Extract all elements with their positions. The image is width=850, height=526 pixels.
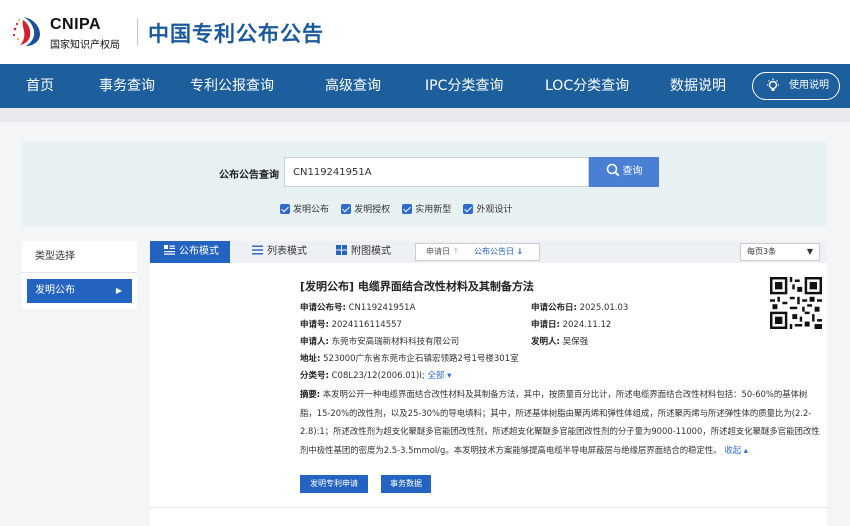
inventor: 发明人: 吴保强: [531, 335, 588, 347]
pub-date: 申请公布日: 2025.01.03: [531, 301, 628, 313]
site-title: 中国专利公布公告: [148, 22, 324, 46]
nav-shadow: [0, 108, 850, 122]
type-checkboxes: 发明公布 发明授权 实用新型 外观设计: [280, 197, 519, 215]
sort-by-pub-date[interactable]: 公布公告日 ↓: [474, 244, 523, 260]
result-divider: [150, 507, 827, 508]
classification: 分类号: C08L23/12(2006.01)I; 全部 ▾: [300, 369, 451, 381]
result-title[interactable]: [发明公布] 电缆界面结合改性材料及其制备方法: [300, 278, 534, 294]
tab-list-mode[interactable]: 列表模式: [248, 241, 307, 263]
tab-label: 列表模式: [267, 246, 307, 257]
tab-figure-mode[interactable]: 附图模式: [332, 241, 391, 263]
qr-code-icon: [770, 277, 822, 329]
arrow-up-icon: ↑: [452, 247, 460, 256]
tab-label: 公布模式: [179, 246, 219, 257]
field-value: 523000广东省东莞市企石镇宏领路2号1号楼301室: [323, 354, 519, 364]
search-label: 公布公告查询: [219, 170, 279, 181]
publication-mode-icon: [164, 245, 175, 255]
field-value: 东莞市安高瑞新材料科技有限公司: [331, 337, 460, 347]
checkbox-checked-icon: [402, 203, 413, 214]
logo-text-cn: 国家知识产权局: [50, 40, 120, 51]
logo-divider: [137, 18, 138, 46]
nav-item-ipc[interactable]: IPC分类查询: [425, 64, 503, 108]
list-mode-icon: [252, 245, 263, 255]
field-label: 地址:: [300, 354, 321, 364]
lightbulb-icon: [767, 78, 779, 91]
search-input[interactable]: [284, 157, 589, 187]
checkbox-checked-icon: [280, 203, 290, 214]
show-all-classes-link[interactable]: 全部 ▾: [427, 371, 451, 381]
app-number: 申请号: 2024116114557: [300, 318, 402, 330]
checkbox-label: 实用新型: [415, 205, 452, 215]
arrow-down-icon: ↓: [516, 247, 524, 256]
field-value: 2024116114557: [331, 320, 402, 330]
field-value: C08L23/12(2006.01)I;: [331, 371, 425, 381]
field-value: 吴保强: [562, 337, 589, 347]
search-panel: 公布公告查询 查询 发明公布 发明授权 实用新型 外观设计: [22, 142, 827, 226]
checkbox-label: 发明授权: [354, 205, 391, 215]
tab-label: 附图模式: [351, 246, 391, 257]
site-header: CNIPA 国家知识产权局 中国专利公布公告: [0, 0, 850, 64]
sidebar-item-invention-pub[interactable]: 发明公布 ▶: [27, 279, 132, 303]
nav-item-loc[interactable]: LOC分类查询: [545, 64, 629, 108]
help-button[interactable]: 使用说明: [752, 72, 840, 100]
nav-item-gazette[interactable]: 专利公报查询: [190, 64, 274, 108]
affairs-data-button[interactable]: 事务数据: [381, 475, 431, 493]
per-page-select[interactable]: 每页3条 ▼: [740, 243, 820, 261]
field-label: 分类号:: [300, 371, 329, 381]
search-icon: [606, 163, 619, 177]
help-button-label: 使用说明: [789, 80, 829, 91]
field-label: 申请日:: [531, 320, 560, 330]
field-value: 2025.01.03: [579, 303, 629, 313]
sidebar-item-label: 发明公布: [35, 285, 75, 296]
field-value: CN119241951A: [348, 303, 416, 313]
type-sidebar: 类型选择 发明公布 ▶: [22, 241, 137, 309]
applicant: 申请人: 东莞市安高瑞新材料科技有限公司: [300, 335, 459, 347]
address: 地址: 523000广东省东莞市企石镇宏领路2号1号楼301室: [300, 352, 519, 364]
nav-item-affairs[interactable]: 事务查询: [99, 64, 155, 108]
checkbox-checked-icon: [341, 203, 352, 214]
field-label: 发明人:: [531, 337, 560, 347]
field-label: 申请公布号:: [300, 303, 346, 313]
search-button[interactable]: 查询: [589, 157, 659, 187]
abstract: 摘要: 本发明公开一种电缆界面结合改性材料及其制备方法，其中，按质量百分比计，所…: [300, 385, 820, 459]
field-label: 申请公布日:: [531, 303, 577, 313]
main-nav: 首页 事务查询 专利公报查询 高级查询 IPC分类查询 LOC分类查询 数据说明…: [0, 64, 850, 108]
logo-text-en: CNIPA: [50, 16, 102, 33]
checkbox-label: 外观设计: [476, 205, 513, 215]
nav-item-advanced[interactable]: 高级查询: [325, 64, 381, 108]
figure-mode-icon: [336, 245, 347, 255]
checkbox-design[interactable]: 外观设计: [463, 203, 512, 217]
field-label: 申请号:: [300, 320, 329, 330]
checkbox-invention-pub[interactable]: 发明公布: [280, 203, 329, 217]
collapse-link[interactable]: 收起 ▴: [724, 445, 748, 455]
invention-application-button[interactable]: 发明专利申请: [300, 475, 368, 493]
chevron-right-icon: ▶: [115, 286, 122, 295]
nav-item-data-desc[interactable]: 数据说明: [670, 64, 726, 108]
checkbox-invention-grant[interactable]: 发明授权: [341, 203, 390, 217]
sort-control: 申请日 ↑ 公布公告日 ↓: [415, 243, 540, 261]
field-label: 申请人:: [300, 337, 329, 347]
results-panel: 公布模式 列表模式 附图模式 申请日 ↑ 公布公告日 ↓ 每页3条 ▼ [发明公…: [150, 241, 827, 526]
per-page-value: 每页3条: [747, 247, 777, 256]
app-date: 申请日: 2024.11.12: [531, 318, 611, 330]
field-value: 2024.11.12: [562, 320, 612, 330]
sort-label: 公布公告日: [474, 247, 514, 256]
sidebar-heading: 类型选择: [22, 241, 137, 273]
checkbox-checked-icon: [463, 203, 474, 214]
results-toolbar: 公布模式 列表模式 附图模式 申请日 ↑ 公布公告日 ↓ 每页3条 ▼: [150, 241, 827, 263]
cnipa-logo-icon[interactable]: [10, 14, 44, 48]
chevron-down-icon: ▼: [806, 247, 813, 256]
tab-publication-mode[interactable]: 公布模式: [150, 241, 230, 263]
checkbox-utility-model[interactable]: 实用新型: [402, 203, 451, 217]
pub-number: 申请公布号: CN119241951A: [300, 301, 415, 313]
checkbox-label: 发明公布: [293, 205, 330, 215]
search-button-label: 查询: [622, 166, 643, 177]
sort-label: 申请日: [426, 247, 450, 256]
field-label: 摘要:: [300, 389, 321, 399]
nav-item-home[interactable]: 首页: [26, 64, 54, 108]
sort-by-apply-date[interactable]: 申请日 ↑: [426, 244, 459, 260]
